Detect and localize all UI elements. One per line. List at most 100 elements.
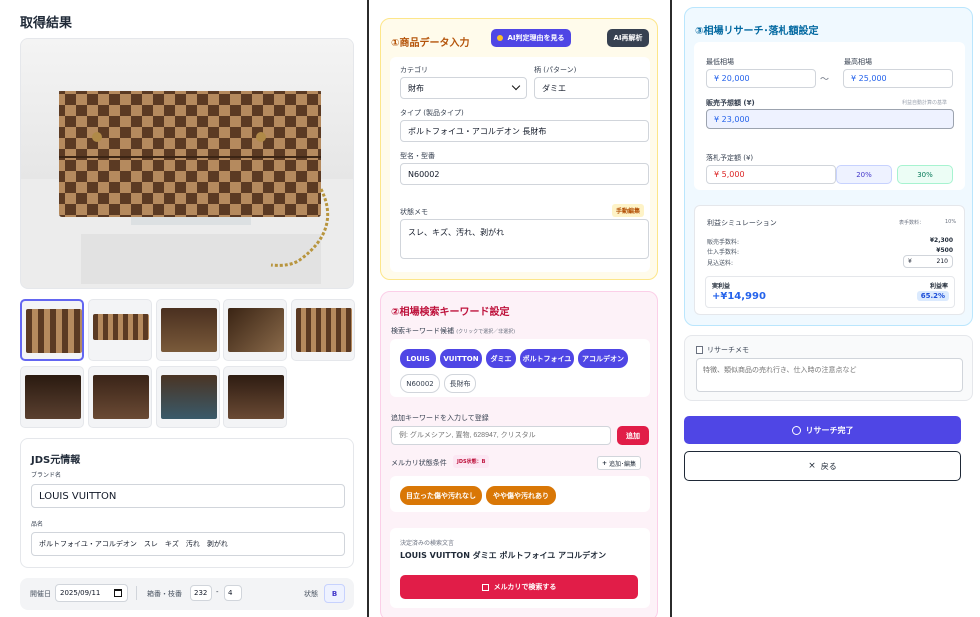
fee-label: 表手数料： xyxy=(899,220,925,226)
chevron-down-icon xyxy=(511,81,521,91)
profit-summary: 実利益 +¥14,990 利益率 65.2% xyxy=(705,276,955,308)
research-memo-label: リサーチメモ xyxy=(707,346,749,354)
keyword-chip[interactable]: N60002 xyxy=(400,374,440,393)
sale-price-field[interactable]: ¥ 23,000 xyxy=(706,109,954,129)
thumbnail-6[interactable] xyxy=(20,366,84,428)
item-name-field[interactable]: ポルトフォイユ・アコルデオン スレ キズ 汚れ 剥がれ xyxy=(31,532,345,556)
keyword-chip[interactable]: ポルトフォイユ xyxy=(520,349,574,368)
mercari-search-button[interactable]: メルカリで検索する xyxy=(400,575,638,599)
condition-chip[interactable]: やや傷や汚れあり xyxy=(486,486,556,505)
model-field[interactable]: N60002 xyxy=(400,163,649,185)
sales-fee-label: 販売手数料: xyxy=(707,239,740,246)
profit-value: +¥14,990 xyxy=(712,291,766,302)
keyword-label-text: 検索キーワード候補 xyxy=(391,327,454,335)
condition-edit-button[interactable]: + 追加･編集 xyxy=(597,456,642,470)
keyword-chip[interactable]: LOUIS xyxy=(400,349,436,368)
profit-rate-value: 65.2% xyxy=(916,291,949,301)
state-label: 状態 xyxy=(304,590,318,598)
sale-price-hint: 利益自動計算の基準 xyxy=(902,100,948,106)
pct-30-button[interactable]: 30% xyxy=(897,165,953,184)
final-query-label: 決定済みの検索文言 xyxy=(400,540,455,547)
purchase-fee-label: 仕入手数料: xyxy=(707,249,740,256)
research-memo-card: リサーチメモ xyxy=(684,335,973,401)
branch-number-field[interactable]: 4 xyxy=(224,585,242,601)
manual-edit-badge: 手動編集 xyxy=(612,204,645,217)
ai-reason-label: AI判定理由を見る xyxy=(507,34,565,42)
box-number-field[interactable]: 232 xyxy=(190,585,212,601)
keyword-chip[interactable]: 長財布 xyxy=(444,374,476,393)
research-panel: ③相場リサーチ･落札額設定 最低相場 ¥ 20,000 〜 最高相場 ¥ 25,… xyxy=(672,0,980,617)
high-price-field[interactable]: ¥ 25,000 xyxy=(843,69,953,88)
date-field[interactable]: 2025/09/11 xyxy=(55,584,128,602)
bid-price-field[interactable]: ¥ 5,000 xyxy=(706,165,836,184)
section2-title: ②相場検索キーワード設定 xyxy=(391,307,510,318)
date-value: 2025/09/11 xyxy=(60,589,101,597)
research-complete-label: リサーチ完了 xyxy=(805,425,854,435)
thumbnail-3[interactable] xyxy=(156,299,220,361)
condition-memo-textarea[interactable]: スレ、キズ、汚れ、剥がれ xyxy=(400,219,649,259)
keyword-chip[interactable]: アコルデオン xyxy=(578,349,628,368)
sale-price-label: 販売予想額 (¥) xyxy=(706,99,755,107)
category-value: 財布 xyxy=(408,83,424,93)
sales-fee-value: ¥2,300 xyxy=(929,237,953,244)
condition-chip[interactable]: 目立った傷や汚れなし xyxy=(400,486,482,505)
research-memo-textarea[interactable] xyxy=(696,358,963,392)
thumbnail-9[interactable] xyxy=(223,366,287,428)
condition-chip-area: 目立った傷や汚れなし やや傷や汚れあり xyxy=(390,476,650,512)
plus-icon: + xyxy=(602,459,608,467)
range-tilde: 〜 xyxy=(820,75,830,85)
keyword-chip[interactable]: ダミエ xyxy=(486,349,516,368)
close-icon: × xyxy=(808,461,816,471)
thumbnail-4[interactable] xyxy=(223,299,287,361)
state-badge: B xyxy=(324,584,345,603)
add-keyword-button[interactable]: 追加 xyxy=(617,426,649,445)
yen-sign: ¥ xyxy=(908,258,912,265)
thumbnail-7[interactable] xyxy=(88,366,152,428)
check-circle-icon xyxy=(791,425,801,435)
profit-rate-label: 利益率 xyxy=(929,283,948,290)
keyword-chip[interactable]: VUITTON xyxy=(440,349,482,368)
brand-label: ブランド名 xyxy=(31,472,62,479)
pct-20-button[interactable]: 20% xyxy=(836,165,892,184)
keyword-section: ②相場検索キーワード設定 検索キーワード候補 (クリックで選択／非選択) LOU… xyxy=(380,291,658,617)
low-price-label: 最低相場 xyxy=(706,58,734,66)
add-keyword-input[interactable] xyxy=(391,426,611,445)
section3-title: ③相場リサーチ･落札額設定 xyxy=(695,26,819,37)
ai-reanalyze-button[interactable]: AI再解析 xyxy=(607,29,649,47)
thumbnail-8[interactable] xyxy=(156,366,220,428)
ai-reason-button[interactable]: AI判定理由を見る xyxy=(491,29,571,47)
pattern-field[interactable]: ダミエ xyxy=(534,77,649,99)
price-form: 最低相場 ¥ 20,000 〜 最高相場 ¥ 25,000 販売予想額 (¥) … xyxy=(694,42,965,190)
section1-title: ①商品データ入力 xyxy=(391,38,470,49)
result-panel: 取得結果 JDS元情報 ブランド名 LOUIS VUITTON 品名 ポルトフォ… xyxy=(0,0,367,617)
type-field[interactable]: ポルトフォイユ・アコルデオン 長財布 xyxy=(400,120,649,142)
category-label: カテゴリ xyxy=(400,66,428,74)
high-price-label: 最高相場 xyxy=(844,58,872,66)
condition-memo-label: 状態メモ xyxy=(400,208,428,216)
main-product-image[interactable] xyxy=(20,38,354,289)
calendar-icon[interactable] xyxy=(114,589,122,597)
brand-field[interactable]: LOUIS VUITTON xyxy=(31,484,345,508)
info-icon xyxy=(497,35,504,41)
category-select[interactable]: 財布 xyxy=(400,77,527,99)
thumbnail-2[interactable] xyxy=(88,299,152,361)
low-price-field[interactable]: ¥ 20,000 xyxy=(706,69,816,88)
product-form: カテゴリ 財布 柄 (パターン) ダミエ タイプ (製品タイプ) ポルトフォイユ… xyxy=(390,57,650,272)
pattern-label: 柄 (パターン) xyxy=(534,66,577,74)
fee-rate: 10% xyxy=(945,219,957,225)
back-button[interactable]: × 戻る xyxy=(684,451,961,481)
research-complete-button[interactable]: リサーチ完了 xyxy=(684,416,961,444)
jds-info-card: JDS元情報 ブランド名 LOUIS VUITTON 品名 ポルトフォイユ・アコ… xyxy=(20,438,354,568)
box-dash: - xyxy=(216,588,219,596)
research-memo-header: リサーチメモ xyxy=(696,345,749,355)
lot-info-bar: 開催日 2025/09/11 箱番・枝番 232 - 4 状態 B xyxy=(20,578,354,610)
thumbnail-1[interactable] xyxy=(20,299,84,361)
thumbnail-5[interactable] xyxy=(291,299,355,361)
external-link-icon xyxy=(481,583,489,591)
keyword-hint: (クリックで選択／非選択) xyxy=(456,329,516,335)
product-input-section: ①商品データ入力 AI判定理由を見る AI再解析 カテゴリ 財布 柄 (パターン… xyxy=(380,18,658,280)
wallet-photo xyxy=(59,91,330,267)
mercari-condition-label: メルカリ状態条件 xyxy=(391,459,447,467)
shipping-field[interactable]: ¥210 xyxy=(903,255,953,268)
jds-state-badge: JDS状態：B xyxy=(453,455,490,468)
